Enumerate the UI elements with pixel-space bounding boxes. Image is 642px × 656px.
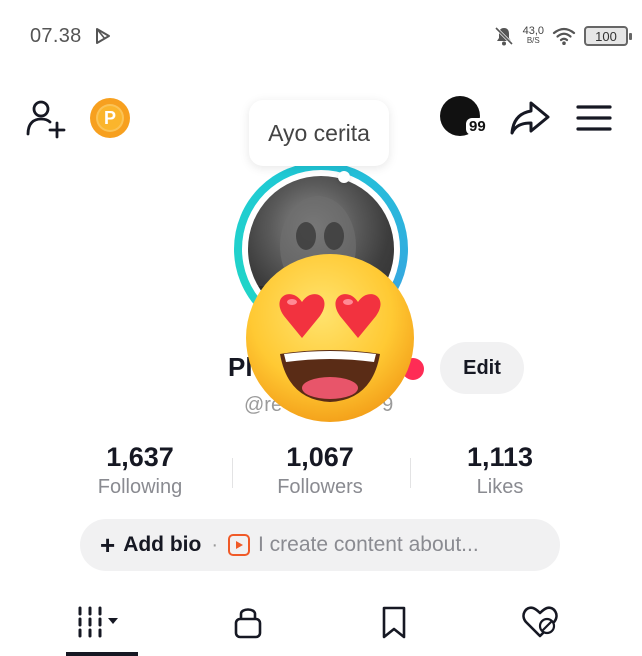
likes-count: 1,113 xyxy=(466,442,534,472)
speed-value: 43,0 xyxy=(522,25,544,37)
wifi-icon xyxy=(552,27,576,45)
tab-saved[interactable] xyxy=(364,600,424,644)
share-button[interactable] xyxy=(508,98,552,138)
status-bar: 07.38 43,0 B/S 100 xyxy=(0,0,642,70)
following-count: 1,637 xyxy=(106,442,174,472)
heart-eyes-emoji-icon xyxy=(246,254,414,422)
battery-icon: 100 xyxy=(584,26,632,46)
chevron-down-icon xyxy=(108,618,118,624)
tab-private[interactable] xyxy=(218,600,278,644)
play-store-icon xyxy=(96,28,110,44)
active-tab-indicator xyxy=(66,652,138,656)
edit-profile-button[interactable]: Edit xyxy=(440,342,524,394)
tab-liked[interactable] xyxy=(510,600,570,644)
battery-level: 100 xyxy=(595,28,617,44)
bio-prompt: I create content about... xyxy=(258,533,479,556)
bell-muted-icon xyxy=(494,26,513,46)
stat-followers[interactable]: 1,067 Followers xyxy=(230,440,410,500)
menu-icon xyxy=(576,105,612,131)
tab-videos[interactable] xyxy=(72,600,132,644)
stat-following[interactable]: 1,637 Following xyxy=(50,440,230,500)
speed-unit: B/S xyxy=(526,36,540,45)
following-label: Following xyxy=(97,476,183,498)
stat-likes[interactable]: 1,113 Likes xyxy=(410,440,590,500)
edit-label: Edit xyxy=(463,356,501,379)
status-time: 07.38 xyxy=(30,25,82,47)
coin-icon: P xyxy=(96,104,124,132)
followers-count: 1,067 xyxy=(286,442,354,472)
bio-separator: · xyxy=(211,533,219,556)
bubble-text: Ayo cerita xyxy=(268,119,370,146)
play-icon xyxy=(228,534,251,556)
share-icon xyxy=(510,101,550,135)
lock-icon xyxy=(234,608,262,639)
network-speed: 43,0 B/S xyxy=(523,26,544,46)
coin-letter: P xyxy=(103,107,116,128)
profile-stats: 1,637 Following 1,067 Followers 1,113 Li… xyxy=(50,440,590,504)
coin-button[interactable]: P xyxy=(90,98,130,138)
status-icons: 43,0 B/S 100 xyxy=(493,22,632,50)
liked-heart-icon xyxy=(522,606,558,638)
notification-avatar[interactable]: 99 xyxy=(440,96,489,140)
notification-badge: 99 xyxy=(466,118,489,135)
followers-label: Followers xyxy=(277,476,363,498)
likes-label: Likes xyxy=(476,476,524,498)
bookmark-icon xyxy=(382,606,406,639)
story-prompt-bubble[interactable]: Ayo cerita xyxy=(249,100,389,166)
menu-button[interactable] xyxy=(572,98,616,138)
add-bio-label: Add bio xyxy=(123,533,202,556)
plus-icon: + xyxy=(100,530,116,560)
profile-tabs xyxy=(0,590,642,656)
bubble-tail xyxy=(338,171,350,183)
add-friend-button[interactable] xyxy=(24,96,68,140)
add-bio-bar[interactable]: + Add bio · I create content about... xyxy=(80,519,560,571)
add-friend-icon xyxy=(26,100,66,139)
videos-grid-icon xyxy=(78,606,118,638)
